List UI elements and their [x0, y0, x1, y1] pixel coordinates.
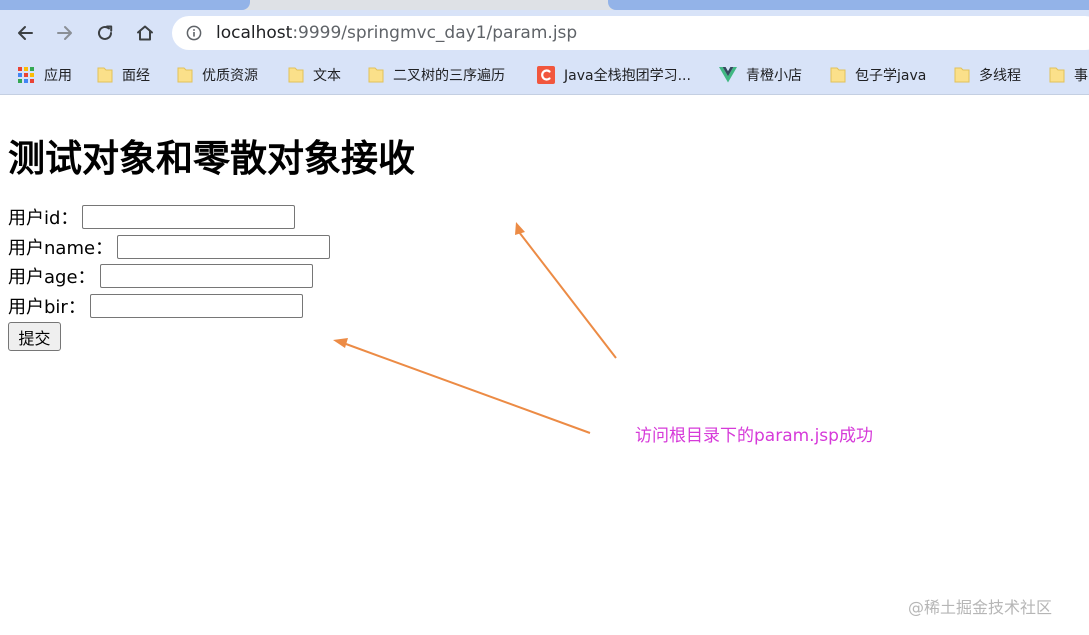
watermark: @稀土掘金技术社区 — [908, 598, 1053, 617]
arrow-to-form — [333, 338, 591, 434]
arrow-to-address-bar — [515, 222, 617, 359]
annotation-text: 访问根目录下的param.jsp成功 — [635, 426, 873, 446]
annotation-arrows — [333, 222, 617, 434]
